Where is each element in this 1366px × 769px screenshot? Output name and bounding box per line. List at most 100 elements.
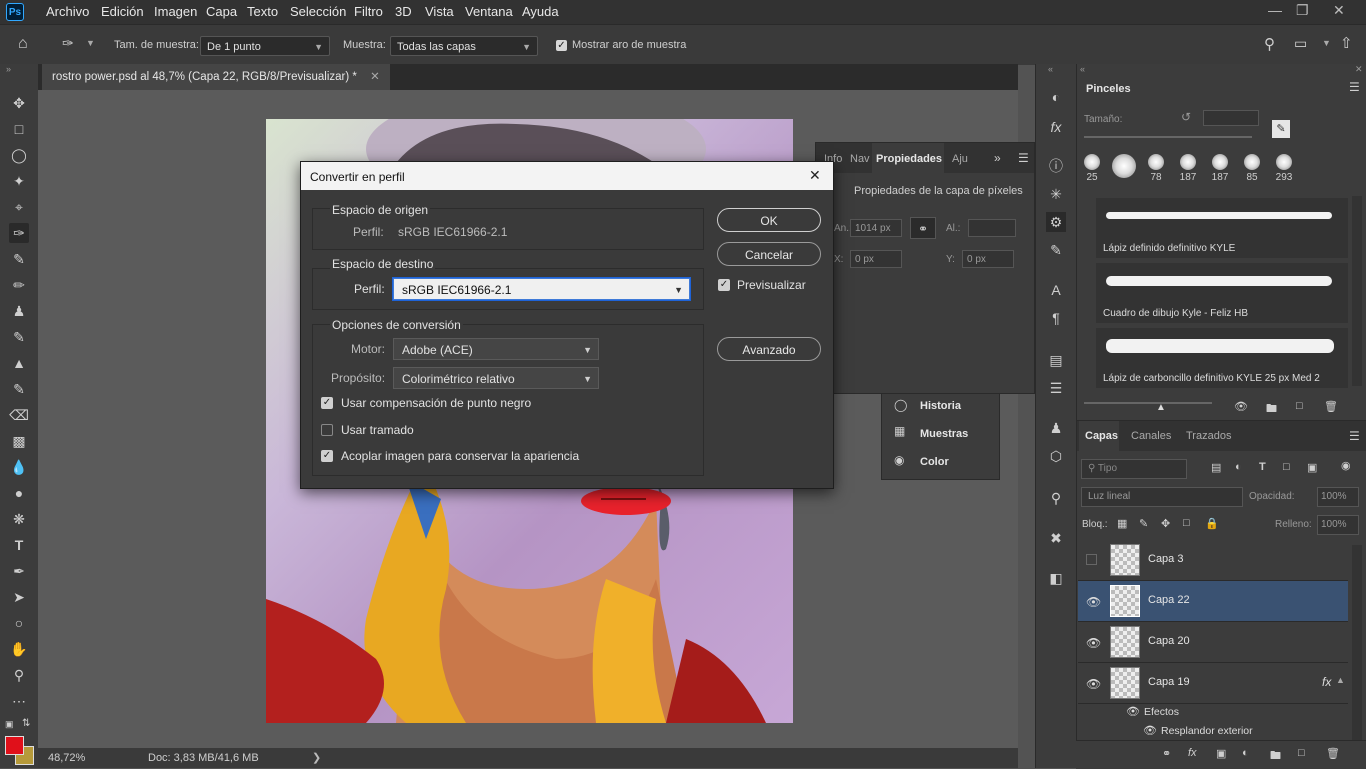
close-panel-icon[interactable]: ✕: [1355, 64, 1363, 75]
paragraph-icon[interactable]: ¶: [1046, 308, 1066, 328]
effect-outer-glow[interactable]: Resplandor exterior: [1161, 725, 1253, 737]
brush-tip-293[interactable]: 293: [1270, 154, 1298, 183]
marquee-tool-icon[interactable]: □: [9, 119, 29, 139]
eye-icon[interactable]: 👁: [1086, 677, 1101, 691]
brush-tip-25[interactable]: 25: [1078, 154, 1106, 183]
gradient-tool-icon[interactable]: ▩: [9, 431, 29, 451]
menu-archivo[interactable]: Archivo: [46, 4, 89, 19]
status-expand-icon[interactable]: ❯: [312, 751, 321, 764]
lasso-tool-icon[interactable]: ◯: [9, 145, 29, 165]
brush-tool-icon[interactable]: ✏: [9, 275, 29, 295]
brush-preset-item[interactable]: Lápiz de carboncillo definitivo KYLE 25 …: [1096, 328, 1348, 388]
panel-menu-icon[interactable]: ☰: [1018, 151, 1029, 165]
minimize-icon[interactable]: —: [1268, 2, 1282, 18]
add-style-icon[interactable]: fx: [1188, 747, 1197, 759]
menu-ayuda[interactable]: Ayuda: [522, 4, 559, 19]
effects-eye-icon[interactable]: 👁: [1126, 705, 1140, 718]
x-field[interactable]: 0 px: [850, 250, 902, 268]
tab-paths[interactable]: Trazados: [1186, 430, 1231, 442]
path-selection-tool-icon[interactable]: ➤: [9, 587, 29, 607]
share-icon[interactable]: ⇧: [1340, 34, 1353, 52]
new-layer-icon[interactable]: □: [1298, 747, 1305, 759]
menu-filtro[interactable]: Filtro: [354, 4, 383, 19]
menu-edicion[interactable]: Edición: [101, 4, 144, 19]
lock-artboard-icon[interactable]: □: [1183, 517, 1190, 529]
menu-texto[interactable]: Texto: [247, 4, 278, 19]
preview-size-slider[interactable]: [1084, 402, 1212, 404]
default-colors-icon[interactable]: ▣: [5, 719, 14, 730]
layer-filter-select[interactable]: ⚲ Tipo: [1081, 459, 1187, 479]
layer-row[interactable]: 👁 Capa 20: [1078, 622, 1348, 663]
filter-adjustment-icon[interactable]: ◐: [1235, 461, 1242, 473]
stamp-tool-icon[interactable]: ▲: [9, 353, 29, 373]
layers-scrollbar[interactable]: [1352, 545, 1362, 740]
swap-colors-icon[interactable]: ⇅: [22, 718, 30, 729]
lock-position-icon[interactable]: ✥: [1161, 517, 1170, 530]
link-icon[interactable]: ⚭: [910, 217, 936, 239]
menu-capa[interactable]: Capa: [206, 4, 237, 19]
reset-icon[interactable]: ↺: [1181, 110, 1191, 124]
delete-layer-icon[interactable]: 🗑: [1326, 747, 1340, 760]
y-field[interactable]: 0 px: [962, 250, 1014, 268]
collapse-effects-icon[interactable]: ▲: [1336, 675, 1345, 685]
properties-icon[interactable]: ⚙: [1046, 212, 1066, 232]
slider-thumb-icon[interactable]: ▲: [1156, 402, 1166, 413]
lock-transparent-icon[interactable]: ▦: [1117, 517, 1127, 530]
panel-menu-icon[interactable]: ☰: [1349, 429, 1360, 443]
eraser-tool-icon[interactable]: ⌫: [9, 405, 29, 425]
visibility-toggle-off[interactable]: [1086, 554, 1097, 565]
collapse-panel-icon[interactable]: «: [1080, 64, 1085, 74]
height-field[interactable]: [968, 219, 1016, 237]
tab-layers[interactable]: Capas: [1085, 430, 1118, 442]
brush-tip-78[interactable]: 78: [1142, 154, 1170, 183]
lock-image-icon[interactable]: ✎: [1139, 517, 1148, 530]
timeline-icon[interactable]: ⚲: [1046, 488, 1066, 508]
search-icon[interactable]: ⚲: [1264, 35, 1275, 53]
brush-size-slider[interactable]: [1084, 136, 1252, 138]
new-group-icon[interactable]: 🖿: [1270, 747, 1281, 766]
dodge-tool-icon[interactable]: ●: [9, 483, 29, 503]
zoom-level[interactable]: 48,72%: [48, 752, 85, 764]
brush-tip-85[interactable]: 85: [1238, 154, 1266, 183]
filter-smart-object-icon[interactable]: ▣: [1307, 461, 1317, 474]
move-tool-icon[interactable]: ✥: [9, 93, 29, 113]
info-icon[interactable]: ⓘ: [1046, 156, 1066, 176]
black-point-checkbox[interactable]: ✓: [321, 397, 333, 409]
brush-size-field[interactable]: [1203, 110, 1259, 126]
tools-icon[interactable]: ✖: [1046, 528, 1066, 548]
crop-tool-icon[interactable]: ⌖: [9, 197, 29, 217]
mixer-brush-tool-icon[interactable]: ✎: [9, 379, 29, 399]
styles-icon[interactable]: fx: [1046, 117, 1066, 137]
zoom-tool-icon[interactable]: ⚲: [9, 665, 29, 685]
brush-tip-187a[interactable]: 187: [1174, 154, 1202, 183]
ok-button[interactable]: OK: [717, 208, 821, 232]
type-tool-icon[interactable]: T: [9, 535, 29, 555]
new-brush-button-icon[interactable]: □: [1296, 400, 1303, 412]
character-icon[interactable]: A: [1046, 280, 1066, 300]
hand-tool-icon[interactable]: ✋: [9, 639, 29, 659]
width-field[interactable]: 1014 px: [850, 219, 902, 237]
eye-icon[interactable]: 👁: [1086, 595, 1101, 609]
menu-ventana[interactable]: Ventana: [465, 4, 513, 19]
document-tab[interactable]: rostro power.psd al 48,7% (Capa 22, RGB/…: [42, 64, 390, 90]
clone-stamp-tool-icon[interactable]: ♟: [9, 301, 29, 321]
workspace-icon[interactable]: ▭: [1294, 35, 1307, 52]
clone-source-icon[interactable]: ♟: [1046, 418, 1066, 438]
history-brush-tool-icon[interactable]: ✎: [9, 327, 29, 347]
libraries-icon[interactable]: ◧: [1046, 568, 1066, 588]
sample-size-select[interactable]: De 1 punto ▼: [200, 36, 330, 56]
actions-icon[interactable]: ☰: [1046, 378, 1066, 398]
eye-icon[interactable]: 👁: [1086, 636, 1101, 650]
blend-mode-select[interactable]: Luz lineal: [1081, 487, 1243, 507]
navigator-icon[interactable]: ✳: [1046, 184, 1066, 204]
ellipse-tool-icon[interactable]: ○: [9, 613, 29, 633]
advanced-button[interactable]: Avanzado: [717, 337, 821, 361]
preview-checkbox[interactable]: ✓: [718, 279, 730, 291]
engine-select[interactable]: Adobe (ACE) ▼: [393, 338, 599, 360]
layer-row[interactable]: Capa 3: [1078, 540, 1348, 581]
dither-checkbox[interactable]: [321, 424, 333, 436]
brush-preset-item[interactable]: Cuadro de dibujo Kyle - Feliz HB: [1096, 263, 1348, 323]
sample-select[interactable]: Todas las capas ▼: [390, 36, 538, 56]
restore-icon[interactable]: ❐: [1296, 2, 1309, 19]
eyedropper-tool-icon[interactable]: ✑: [62, 35, 74, 52]
